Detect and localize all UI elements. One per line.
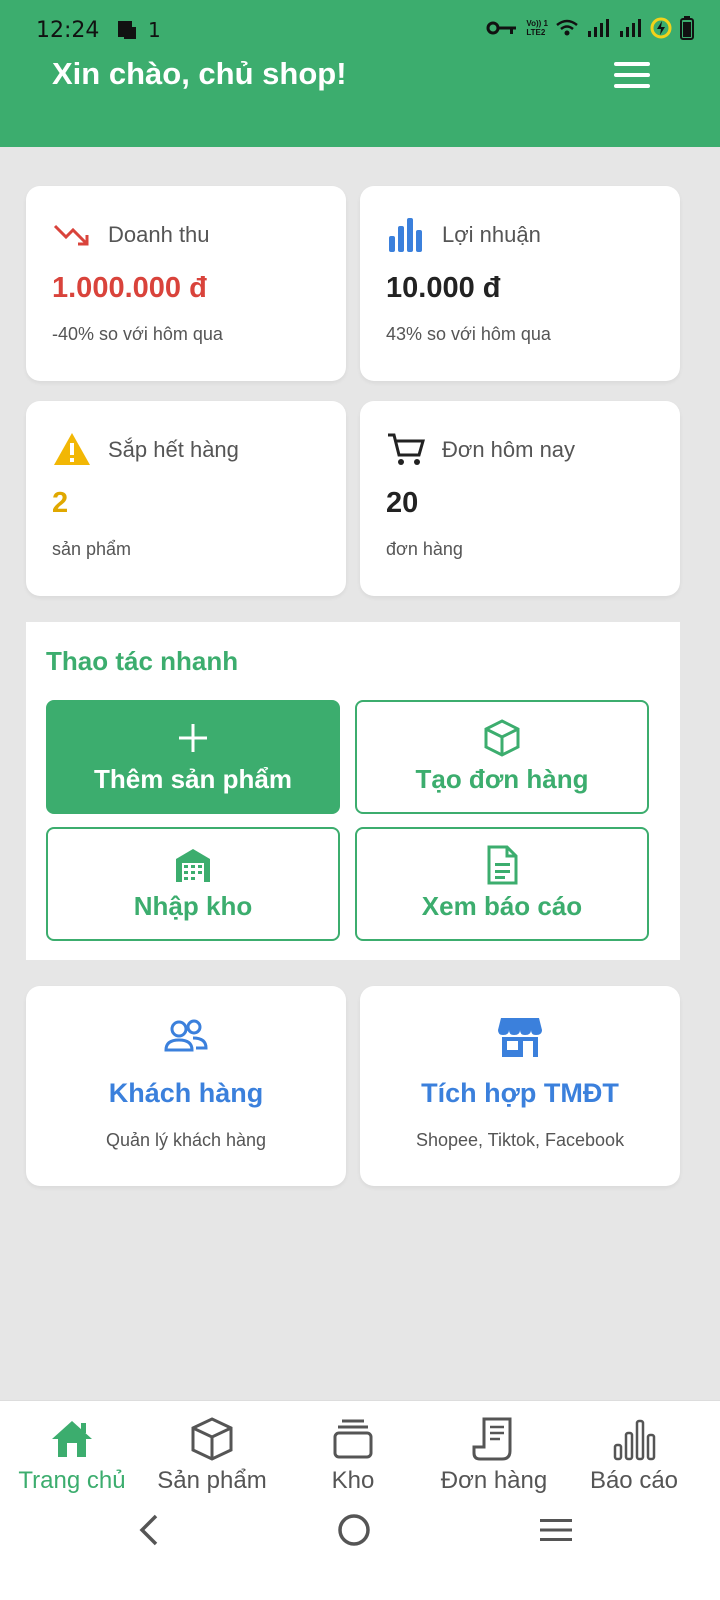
nav-warehouse[interactable]: Kho: [281, 1415, 425, 1495]
ecommerce-integration-card[interactable]: Tích hợp TMĐT Shopee, Tiktok, Facebook: [360, 986, 680, 1186]
battery-icon: [680, 16, 694, 40]
status-time: 12:24: [36, 18, 100, 43]
signal-icon-2: [620, 19, 641, 37]
warning-icon: [54, 433, 90, 465]
nav-label: Đơn hàng: [440, 1467, 548, 1494]
recents-icon[interactable]: [536, 1510, 576, 1550]
stat-card-orders-today[interactable]: Đơn hôm nay 20 đơn hàng: [360, 401, 680, 596]
stat-value: 10.000 đ: [386, 272, 501, 304]
stat-subtitle: 43% so với hôm qua: [386, 324, 551, 344]
nav-home[interactable]: Trang chủ: [0, 1415, 144, 1495]
import-stock-button[interactable]: Nhập kho: [46, 827, 340, 941]
stat-subtitle: -40% so với hôm qua: [52, 324, 223, 344]
nav-label: Kho: [331, 1467, 375, 1494]
add-product-button[interactable]: Thêm sản phẩm: [46, 700, 340, 814]
status-left-icons: 1: [116, 18, 161, 42]
stat-value: 1.000.000 đ: [52, 272, 207, 304]
notification-count: 1: [148, 18, 161, 42]
network-label: Vo)) 1 LTE2: [526, 19, 548, 37]
status-bar: 12:24 1 Vo)) 1 LTE2: [0, 0, 720, 60]
nav-label: Sản phẩm: [157, 1467, 267, 1494]
menu-icon[interactable]: [612, 58, 652, 92]
home-circle-icon[interactable]: [334, 1510, 374, 1550]
button-label: Tạo đơn hàng: [415, 764, 589, 794]
data-saver-icon: [650, 17, 672, 39]
view-report-button[interactable]: Xem báo cáo: [355, 827, 649, 941]
status-right-icons: Vo)) 1 LTE2: [486, 16, 694, 40]
stat-title: Doanh thu: [108, 222, 210, 247]
app-header: 12:24 1 Vo)) 1 LTE2 Xin chào, chủ shop!: [0, 0, 720, 147]
users-icon: [164, 1019, 208, 1052]
button-label: Xem báo cáo: [421, 891, 583, 921]
back-icon[interactable]: [130, 1510, 170, 1550]
stat-title: Đơn hôm nay: [442, 437, 576, 462]
nav-label: Trang chủ: [18, 1467, 126, 1494]
customers-card[interactable]: Khách hàng Quản lý khách hàng: [26, 986, 346, 1186]
stat-value: 20: [386, 487, 419, 519]
nav-reports[interactable]: Báo cáo: [562, 1415, 706, 1495]
document-icon: [487, 845, 518, 885]
stat-card-low-stock[interactable]: Sắp hết hàng 2 sản phẩm: [26, 401, 346, 596]
stat-card-revenue[interactable]: Doanh thu 1.000.000 đ -40% so với hôm qu…: [26, 186, 346, 381]
receipt-icon: [472, 1417, 512, 1461]
nav-products[interactable]: Sản phẩm: [140, 1415, 284, 1495]
stat-subtitle: đơn hàng: [386, 539, 463, 559]
store-icon: [498, 1018, 542, 1057]
notification-app-icon: [118, 21, 136, 39]
stat-card-profit[interactable]: Lợi nhuận 10.000 đ 43% so với hôm qua: [360, 186, 680, 381]
box-icon: [484, 719, 520, 757]
feature-title: Tích hợp TMĐT: [421, 1078, 619, 1108]
trend-down-icon: [53, 224, 89, 246]
system-navigation-bar: [0, 1500, 720, 1560]
plus-icon: [179, 724, 207, 752]
bar-chart-icon: [613, 1419, 656, 1461]
cart-icon: [388, 433, 425, 465]
nav-label: Báo cáo: [589, 1467, 679, 1494]
button-label: Thêm sản phẩm: [94, 764, 292, 794]
vpn-key-icon: [486, 21, 517, 35]
stat-title: Lợi nhuận: [442, 222, 541, 247]
nav-orders[interactable]: Đơn hàng: [422, 1415, 566, 1495]
greeting-title: Xin chào, chủ shop!: [52, 56, 347, 91]
stat-title: Sắp hết hàng: [108, 437, 239, 462]
box-icon: [191, 1417, 233, 1461]
stack-icon: [333, 1419, 373, 1459]
feature-title: Khách hàng: [108, 1078, 264, 1108]
quick-actions-title: Thao tác nhanh: [46, 646, 239, 676]
warehouse-icon: [176, 849, 210, 882]
quick-actions-panel: Thao tác nhanh Thêm sản phẩm Tạo đơn hàn…: [26, 622, 680, 960]
bar-chart-icon: [389, 218, 422, 252]
stat-subtitle: sản phẩm: [52, 539, 132, 559]
feature-subtitle: Quản lý khách hàng: [105, 1130, 267, 1150]
create-order-button[interactable]: Tạo đơn hàng: [355, 700, 649, 814]
feature-subtitle: Shopee, Tiktok, Facebook: [415, 1130, 625, 1150]
signal-icon: [588, 19, 609, 37]
button-label: Nhập kho: [133, 891, 253, 921]
wifi-icon: [556, 19, 578, 36]
stat-value: 2: [52, 487, 69, 519]
home-icon: [52, 1421, 92, 1457]
